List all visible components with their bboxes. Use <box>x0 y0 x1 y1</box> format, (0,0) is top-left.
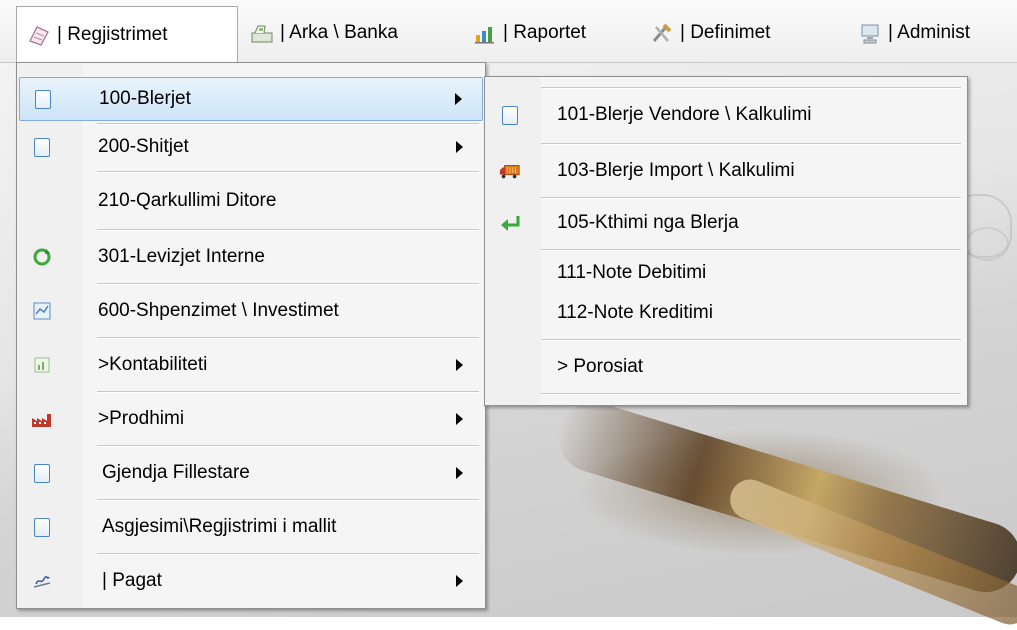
truck-icon <box>499 160 521 182</box>
menu-item-label: 112-Note Kreditimi <box>557 302 713 323</box>
document-icon <box>31 516 53 538</box>
menu-item-label: 210-Qarkullimi Ditore <box>98 190 277 211</box>
tools-icon <box>650 21 674 45</box>
menu-item-210-qarkullimi-ditore[interactable]: 210-Qarkullimi Ditore <box>19 179 483 223</box>
menu-separator <box>97 283 479 285</box>
document-icon <box>499 104 521 126</box>
menu-item-label: 100-Blerjet <box>99 88 191 109</box>
menu-separator <box>97 229 479 231</box>
menu-separator <box>541 87 961 89</box>
menu-item-kontabiliteti[interactable]: >Kontabiliteti <box>19 343 483 387</box>
menu-administrimi[interactable]: | Administ <box>848 8 1017 58</box>
computer-icon <box>858 21 882 45</box>
signature-icon <box>31 570 53 592</box>
submenu-arrow-icon <box>455 93 462 105</box>
register-icon <box>27 23 51 47</box>
menu-separator <box>97 391 479 393</box>
menu-bar: | Regjistrimet | Arka \ Banka | Raportet… <box>0 0 1017 63</box>
regjistrimet-dropdown: 100-Blerjet 200-Shitjet 210-Qarkullimi D… <box>16 62 486 609</box>
recycle-icon <box>31 246 53 268</box>
submenu-item-103-blerje-import[interactable]: 103-Blerje Import \ Kalkulimi <box>487 149 965 193</box>
menu-item-label: 600-Shpenzimet \ Investimet <box>98 300 339 321</box>
menu-arka-banka[interactable]: | Arka \ Banka <box>240 8 454 58</box>
menu-item-label: 105-Kthimi nga Blerja <box>557 212 739 233</box>
menu-separator <box>541 143 961 145</box>
menu-label: | Administ <box>888 22 971 43</box>
submenu-arrow-icon <box>456 413 463 425</box>
submenu-arrow-icon <box>456 575 463 587</box>
submenu-item-112-note-kreditimi[interactable]: 112-Note Kreditimi <box>487 293 965 333</box>
menu-separator <box>97 553 479 555</box>
background-decoration-2 <box>965 227 1009 261</box>
menu-item-label: 111-Note Debitimi <box>557 262 707 283</box>
menu-item-label: 200-Shitjet <box>98 136 189 157</box>
menu-item-label: >Kontabiliteti <box>98 354 208 375</box>
menu-raportet[interactable]: | Raportet <box>463 8 633 58</box>
submenu-item-101-blerje-vendore[interactable]: 101-Blerje Vendore \ Kalkulimi <box>487 93 965 137</box>
menu-regjistrimet[interactable]: | Regjistrimet <box>16 6 238 62</box>
submenu-arrow-icon <box>456 141 463 153</box>
menu-item-prodhimi[interactable]: >Prodhimi <box>19 397 483 441</box>
menu-item-label: Gjendja Fillestare <box>102 462 250 483</box>
menu-item-label: >Prodhimi <box>98 408 185 429</box>
submenu-item-105-kthimi-nga-blerja[interactable]: 105-Kthimi nga Blerja <box>487 201 965 245</box>
submenu-arrow-icon <box>456 359 463 371</box>
menu-item-label: > Porosiat <box>557 356 644 377</box>
menu-separator <box>97 171 479 173</box>
factory-icon <box>31 408 53 430</box>
menu-item-pagat[interactable]: | Pagat <box>19 559 483 603</box>
menu-definimet[interactable]: | Definimet <box>640 8 840 58</box>
menu-separator <box>97 337 479 339</box>
menu-item-label: Asgjesimi\Regjistrimi i mallit <box>102 516 337 537</box>
document-icon <box>31 462 53 484</box>
menu-item-asgjesimi[interactable]: Asgjesimi\Regjistrimi i mallit <box>19 505 483 549</box>
menu-label: | Regjistrimet <box>57 23 168 45</box>
document-icon <box>31 136 53 158</box>
menu-label: | Definimet <box>680 22 771 43</box>
menu-separator <box>541 249 961 251</box>
menu-item-label: 103-Blerje Import \ Kalkulimi <box>557 160 795 181</box>
menu-item-label: 301-Levizjet Interne <box>98 246 265 267</box>
menu-item-301-levizjet-interne[interactable]: 301-Levizjet Interne <box>19 235 483 279</box>
menu-label: | Raportet <box>503 22 587 43</box>
menu-item-label: 101-Blerje Vendore \ Kalkulimi <box>557 104 812 125</box>
menu-label: | Arka \ Banka <box>280 22 398 43</box>
menu-item-label: | Pagat <box>102 570 162 591</box>
expenses-icon <box>31 300 53 322</box>
blerjet-submenu: 101-Blerje Vendore \ Kalkulimi 103-Blerj… <box>484 76 968 406</box>
menu-separator <box>97 499 479 501</box>
menu-separator <box>541 393 961 395</box>
accounting-icon <box>31 354 53 376</box>
menu-separator <box>541 197 961 199</box>
document-icon <box>32 88 54 110</box>
menu-item-200-shitjet[interactable]: 200-Shitjet <box>19 125 483 169</box>
menu-item-600-shpenzimet[interactable]: 600-Shpenzimet \ Investimet <box>19 289 483 333</box>
bar-chart-icon <box>473 21 497 45</box>
menu-separator <box>541 339 961 341</box>
submenu-arrow-icon <box>456 467 463 479</box>
submenu-item-111-note-debitimi[interactable]: 111-Note Debitimi <box>487 253 965 293</box>
menu-separator <box>97 445 479 447</box>
cash-register-icon <box>250 21 274 45</box>
return-arrow-icon <box>499 212 521 234</box>
submenu-item-porosiat[interactable]: > Porosiat <box>487 345 965 389</box>
menu-item-100-blerjet[interactable]: 100-Blerjet <box>19 77 483 121</box>
menu-item-gjendja-fillestare[interactable]: Gjendja Fillestare <box>19 451 483 495</box>
